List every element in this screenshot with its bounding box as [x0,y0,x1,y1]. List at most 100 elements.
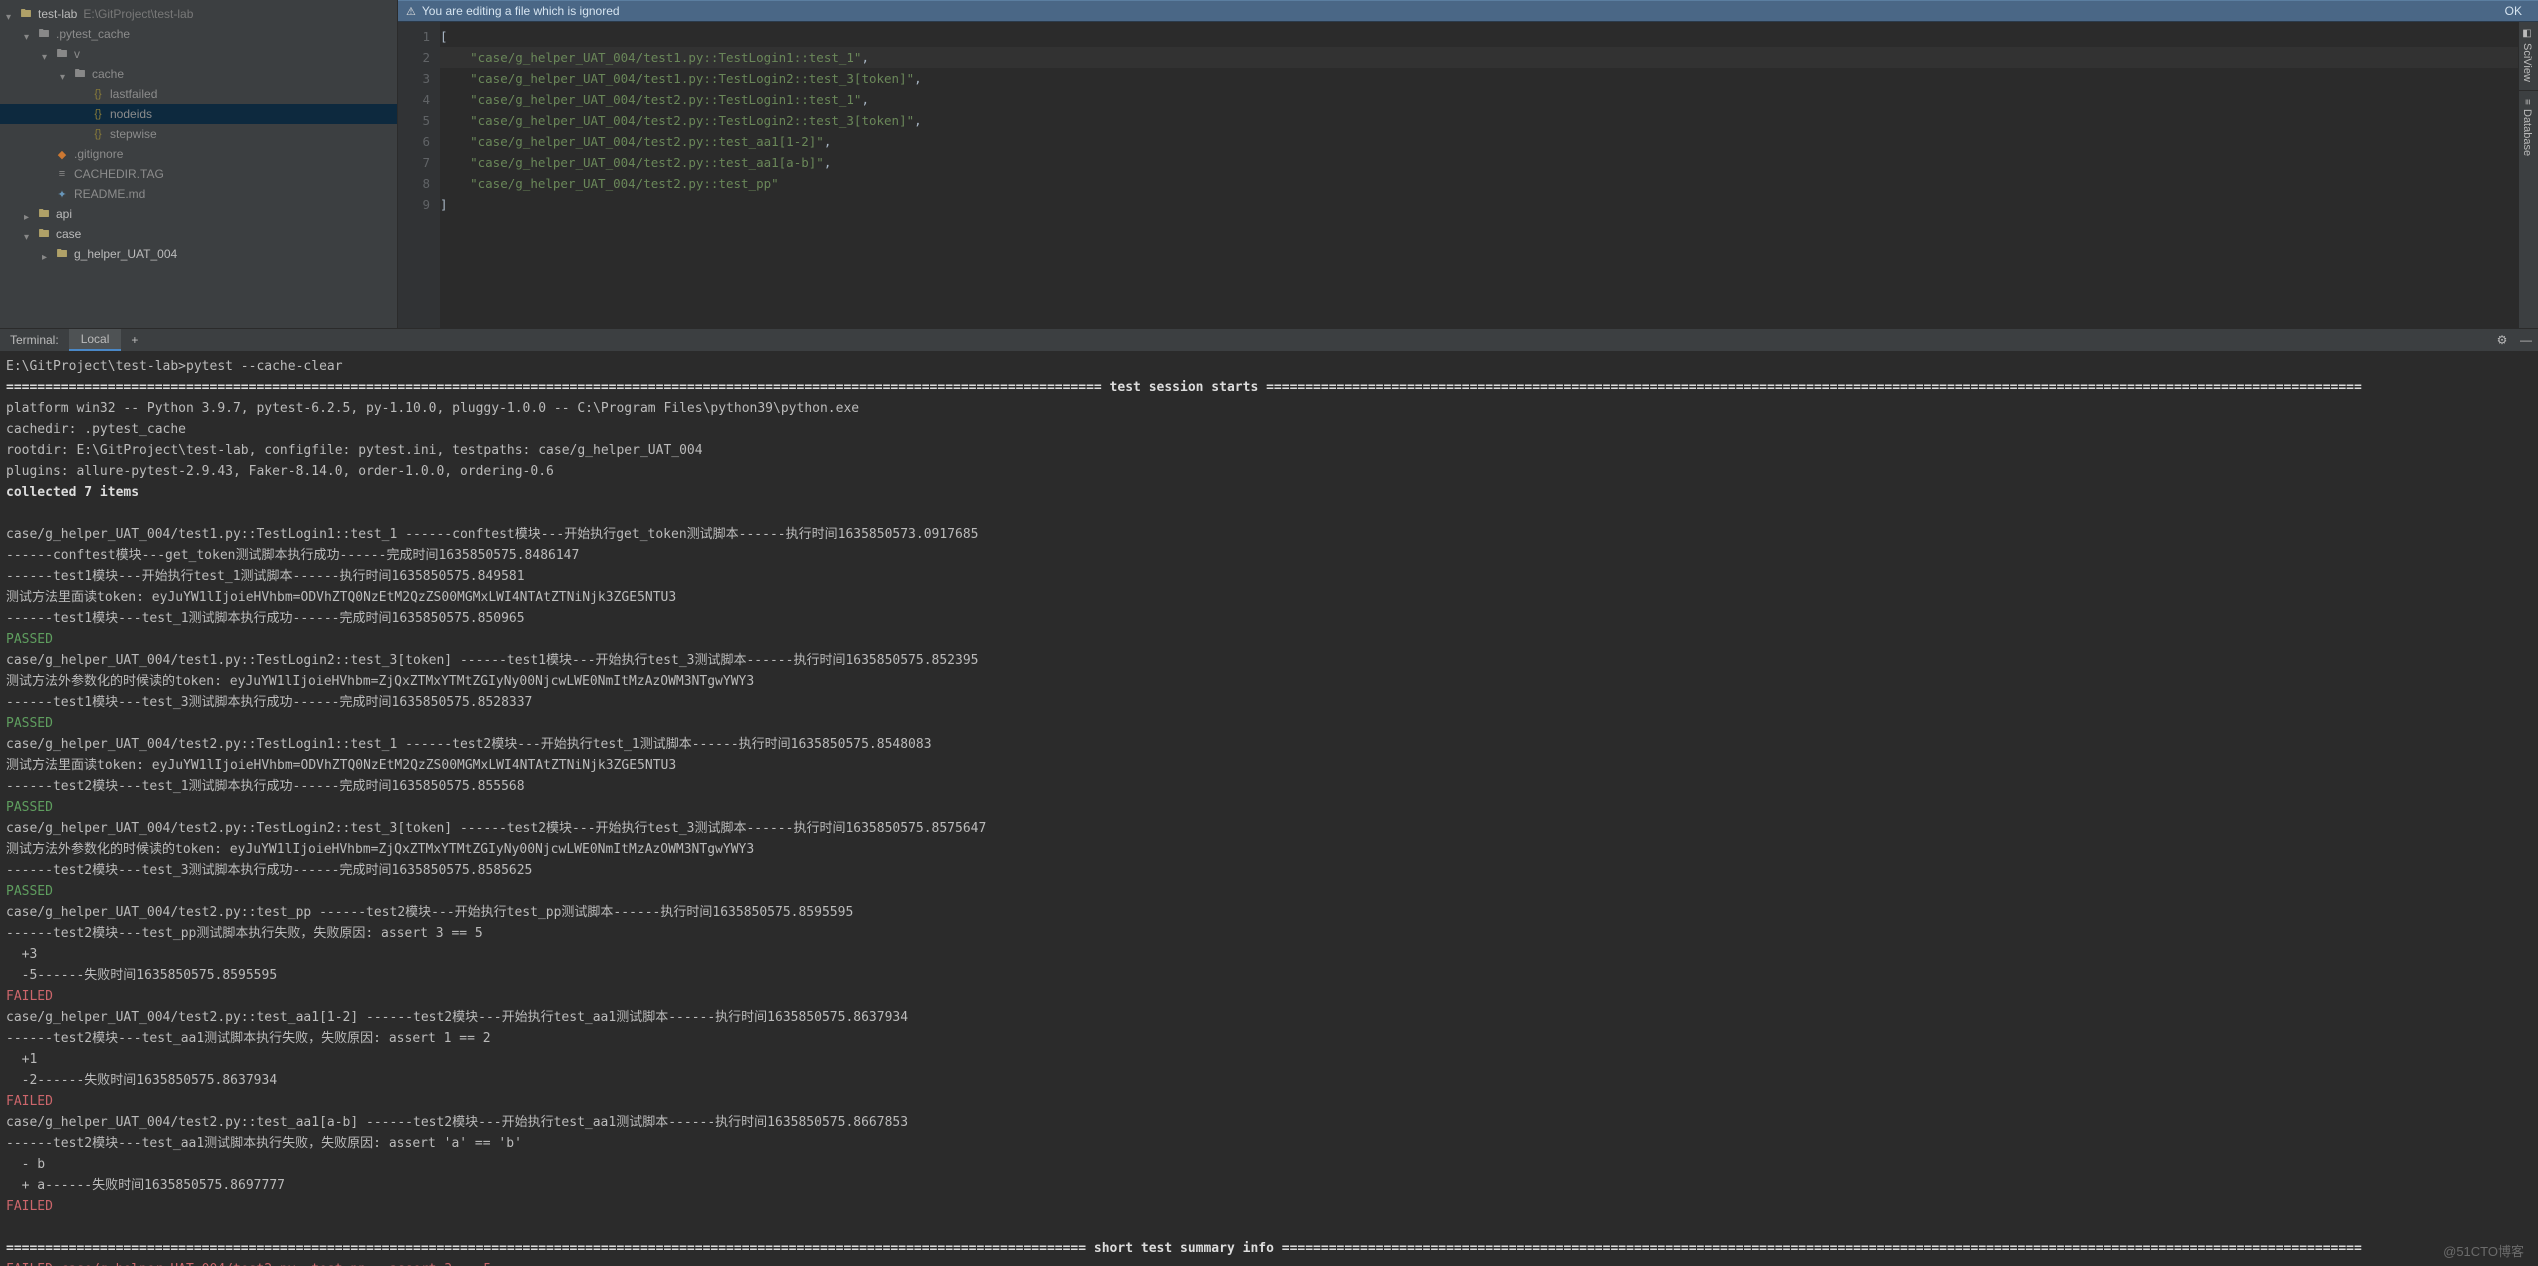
tree-label: api [56,207,72,221]
file-icon: {} [90,87,106,101]
file-icon: ≡ [54,167,70,181]
tree-item-lastfailed[interactable]: {}lastfailed [0,84,397,104]
terminal-line: collected 7 items [6,482,2532,503]
tree-item-stepwise[interactable]: {} stepwise [0,124,397,144]
code-line[interactable]: ] [440,194,2538,215]
tree-arrow-icon [42,189,52,199]
banner-text: You are editing a file which is ignored [422,4,620,18]
tree-arrow-icon [78,109,88,119]
tree-arrow-icon [42,149,52,159]
tree-arrow-icon [78,129,88,139]
terminal-add-button[interactable]: + [121,329,148,351]
code-line[interactable]: "case/g_helper_UAT_004/test2.py::test_pp… [440,173,2538,194]
terminal-line: case/g_helper_UAT_004/test2.py::test_aa1… [6,1007,2532,1028]
line-number: 9 [398,194,430,215]
terminal-line: -5------失败时间1635850575.8595595 [6,965,2532,986]
tree-label: case [56,227,81,241]
terminal-header: Terminal: Local + ⚙ — [0,328,2538,352]
tree-item-CACHEDIR.TAG[interactable]: ≡CACHEDIR.TAG [0,164,397,184]
code-line[interactable]: "case/g_helper_UAT_004/test2.py::test_aa… [440,131,2538,152]
tree-arrow-icon[interactable] [42,249,52,259]
code-line[interactable]: "case/g_helper_UAT_004/test2.py::test_aa… [440,152,2538,173]
folder-icon: 🖿 [36,27,52,41]
folder-icon: 🖿 [54,247,70,261]
toolwindow-sciview[interactable]: ◧ SciView [2519,22,2535,88]
line-number: 2 [398,47,430,68]
terminal-minimize-button[interactable]: — [2514,329,2538,351]
terminal-tab-local[interactable]: Local [69,329,122,351]
line-number: 7 [398,152,430,173]
file-icon: ✦ [54,187,70,201]
terminal-line: ------test2模块---test_aa1测试脚本执行失败，失败原因: a… [6,1133,2532,1154]
editor-banner: ⚠ You are editing a file which is ignore… [398,0,2538,22]
code-line[interactable]: [ [440,26,2538,47]
terminal-line: 测试方法里面读token: eyJuYW1lIjoieHVhbm=ODVhZTQ… [6,755,2532,776]
tree-item-cache[interactable]: 🖿cache [0,64,397,84]
terminal-settings-button[interactable]: ⚙ [2490,329,2514,351]
terminal-body[interactable]: E:\GitProject\test-lab>pytest --cache-cl… [0,352,2538,1266]
tree-item-.gitignore[interactable]: ◆ .gitignore [0,144,397,164]
terminal-line: case/g_helper_UAT_004/test2.py::test_aa1… [6,1112,2532,1133]
tree-arrow-icon[interactable] [60,69,70,79]
tree-label: stepwise [110,127,157,141]
terminal-line: 测试方法里面读token: eyJuYW1lIjoieHVhbm=ODVhZTQ… [6,587,2532,608]
terminal-line: FAILED case/g_helper_UAT_004/test2.py::t… [6,1259,2532,1266]
tree-label: g_helper_UAT_004 [74,247,177,261]
terminal-line: -2------失败时间1635850575.8637934 [6,1070,2532,1091]
toolwindow-database[interactable]: ≡ Database [2519,93,2535,162]
file-icon: ◆ [54,147,70,161]
tree-arrow-icon[interactable] [24,29,34,39]
tree-label: .pytest_cache [56,27,130,41]
editor-gutter: 123456789 [398,22,440,328]
terminal-line: case/g_helper_UAT_004/test1.py::TestLogi… [6,524,2532,545]
tree-arrow-icon[interactable] [6,9,16,19]
terminal-line: ------conftest模块---get_token测试脚本执行成功----… [6,545,2532,566]
tree-item-.pytest_cache[interactable]: 🖿 .pytest_cache [0,24,397,44]
tree-item-g_helper_UAT_004[interactable]: 🖿 g_helper_UAT_004 [0,244,397,264]
tree-item-case[interactable]: 🖿case [0,224,397,244]
terminal-line: FAILED [6,1091,2532,1112]
line-number: 4 [398,89,430,110]
terminal-line: case/g_helper_UAT_004/test1.py::TestLogi… [6,650,2532,671]
code-line[interactable]: "case/g_helper_UAT_004/test2.py::TestLog… [440,89,2538,110]
terminal-line: platform win32 -- Python 3.9.7, pytest-6… [6,398,2532,419]
tree-arrow-icon[interactable] [24,229,34,239]
terminal-line: FAILED [6,986,2532,1007]
line-number: 8 [398,173,430,194]
banner-ok-button[interactable]: OK [2497,4,2530,18]
right-tool-strip: ◧ SciView ≡ Database [2518,22,2538,328]
terminal-line: + a------失败时间1635850575.8697777 [6,1175,2532,1196]
tree-label: v [74,47,80,61]
file-icon: {} [90,127,106,141]
code-line[interactable]: "case/g_helper_UAT_004/test2.py::TestLog… [440,110,2538,131]
editor[interactable]: 123456789 [ "case/g_helper_UAT_004/test1… [398,22,2538,328]
terminal-line: ========================================… [6,377,2532,398]
terminal-line: ------test2模块---test_aa1测试脚本执行失败，失败原因: a… [6,1028,2532,1049]
tree-item-api[interactable]: 🖿 api [0,204,397,224]
tree-label: cache [92,67,124,81]
project-tree-panel: 🖿 test-lab E:\GitProject\test-lab 🖿 .pytest_… [0,0,398,328]
tree-item-test-lab[interactable]: 🖿test-labE:\GitProject\test-lab [0,4,397,24]
folder-icon: 🖿 [54,47,70,61]
tree-arrow-icon[interactable] [42,49,52,59]
tree-label: nodeids [110,107,152,121]
tree-item-v[interactable]: 🖿v [0,44,397,64]
folder-icon: 🖿 [36,207,52,221]
file-icon: {} [90,107,106,121]
tree-item-nodeids[interactable]: {} nodeids [0,104,397,124]
tree-arrow-icon[interactable] [24,209,34,219]
tree-arrow-icon [78,89,88,99]
tree-item-README.md[interactable]: ✦README.md [0,184,397,204]
tree-path: E:\GitProject\test-lab [83,7,193,21]
line-number: 3 [398,68,430,89]
tree-label: .gitignore [74,147,123,161]
terminal-line: FAILED [6,1196,2532,1217]
terminal-line: ------test1模块---开始执行test_1测试脚本------执行时间… [6,566,2532,587]
terminal-line: ------test2模块---test_pp测试脚本执行失败，失败原因: as… [6,923,2532,944]
terminal-line: case/g_helper_UAT_004/test2.py::TestLogi… [6,734,2532,755]
terminal-line [6,503,2532,524]
tree-label: test-lab [38,7,77,21]
editor-code[interactable]: [ "case/g_helper_UAT_004/test1.py::TestL… [440,22,2538,328]
code-line[interactable]: "case/g_helper_UAT_004/test1.py::TestLog… [440,47,2538,68]
code-line[interactable]: "case/g_helper_UAT_004/test1.py::TestLog… [440,68,2538,89]
